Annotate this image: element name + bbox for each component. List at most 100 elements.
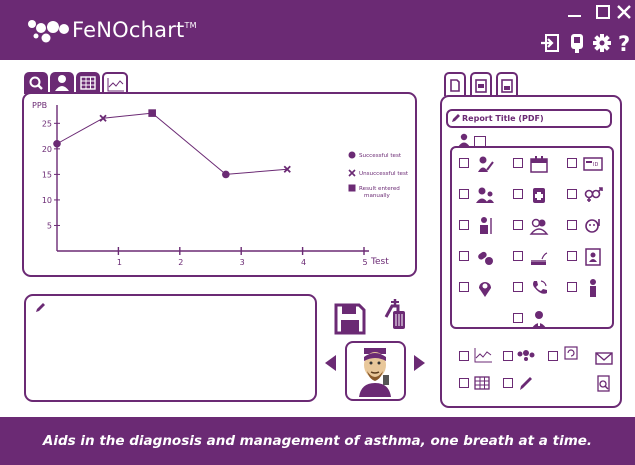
- logo-icon: [28, 20, 69, 43]
- user-icon: [55, 75, 69, 91]
- field-checkbox-gender[interactable]: [567, 189, 577, 199]
- footer-banner: Aids in the diagnosis and management of …: [0, 417, 635, 465]
- app-window: FeNOchartTM ? PPB Test 25 20 15 10 5 1 2…: [0, 0, 635, 465]
- report-title-field[interactable]: Report Title (PDF): [446, 109, 612, 128]
- phone-icon: [533, 280, 547, 294]
- legend-marker-square: [348, 184, 356, 192]
- help-icon[interactable]: ?: [615, 32, 635, 54]
- option-checkbox-table[interactable]: [459, 378, 469, 388]
- search-icon: [29, 76, 43, 90]
- y-tick-label: 20: [42, 145, 52, 154]
- field-checkbox-patients[interactable]: [459, 189, 469, 199]
- table-icon: [474, 376, 490, 390]
- patients-icon: [476, 187, 494, 203]
- operator-icon: [532, 311, 546, 328]
- field-checkbox-patient-signature[interactable]: [459, 158, 469, 168]
- logo-icon: [517, 350, 535, 361]
- document-icon: [450, 79, 460, 92]
- report-tabs: [444, 72, 524, 97]
- x-axis-label: Test: [370, 257, 389, 267]
- medication-icon: [478, 251, 493, 265]
- field-checkbox-doctor-card[interactable]: [567, 251, 577, 261]
- tab-search[interactable]: [24, 72, 48, 94]
- option-checkbox-pen[interactable]: [503, 378, 513, 388]
- pdf-icon: [475, 79, 487, 93]
- smoking-icon: [531, 252, 548, 265]
- field-checkbox-calendar[interactable]: [513, 158, 523, 168]
- field-checkbox-ethnicity[interactable]: [513, 220, 523, 230]
- tab-print[interactable]: [496, 72, 518, 96]
- field-checkbox-phone[interactable]: [513, 282, 523, 292]
- report-title-placeholder: Report Title (PDF): [462, 114, 544, 123]
- field-checkbox-age[interactable]: [567, 220, 577, 230]
- age-icon: [585, 219, 600, 233]
- y-tick-label: 5: [47, 221, 52, 230]
- x-tick-label: 4: [301, 258, 306, 267]
- option-checkbox-logo[interactable]: [503, 351, 513, 361]
- x-tick-label: 1: [117, 258, 122, 267]
- physician-icon: [590, 279, 596, 297]
- notes-panel[interactable]: [24, 294, 317, 402]
- gear-icon[interactable]: [592, 32, 612, 54]
- chart-panel: PPB Test 25 20 15 10 5 1 2 3 4 5 Successful test Unsu…: [22, 92, 417, 277]
- field-checkbox-medical-history[interactable]: [513, 189, 523, 199]
- minimize-icon[interactable]: [566, 4, 584, 20]
- calendar-icon: [530, 156, 548, 173]
- measure-device-icon[interactable]: [383, 297, 409, 333]
- data-point-successful: [222, 170, 230, 179]
- logout-icon[interactable]: [540, 32, 560, 54]
- table-icon: [80, 76, 96, 90]
- maximize-icon[interactable]: [594, 4, 612, 20]
- field-checkbox-operator[interactable]: [513, 313, 523, 323]
- option-checkbox-refresh[interactable]: [548, 351, 558, 361]
- tab-patient[interactable]: [50, 72, 74, 94]
- view-tabs: [24, 72, 128, 96]
- avatar-icon: [359, 348, 391, 397]
- svg-text:ID: ID: [593, 162, 598, 168]
- pen-icon: [520, 377, 532, 390]
- doctor-card-icon: [585, 248, 601, 266]
- data-point-successful: [53, 139, 61, 148]
- app-title: FeNOchartTM: [72, 18, 197, 42]
- close-icon[interactable]: [615, 4, 633, 20]
- height-icon: [480, 217, 492, 234]
- field-checkbox-medication[interactable]: [459, 251, 469, 261]
- next-arrow[interactable]: [414, 355, 425, 371]
- refresh-icon: [564, 346, 578, 360]
- tab-pdf[interactable]: [470, 72, 492, 96]
- tab-table[interactable]: [76, 72, 100, 94]
- search-document-icon[interactable]: [594, 374, 614, 394]
- x-tick-label: 5: [362, 258, 367, 267]
- pen-icon: [36, 303, 45, 312]
- tab-report[interactable]: [444, 72, 466, 96]
- previous-arrow[interactable]: [325, 355, 336, 371]
- y-tick-label: 15: [42, 170, 52, 179]
- legend-marker-circle: [348, 151, 356, 159]
- medical-history-icon: [533, 188, 545, 203]
- field-checkbox-height[interactable]: [459, 220, 469, 230]
- field-checkbox-id-card[interactable]: [567, 158, 577, 168]
- avatar-button[interactable]: [345, 341, 406, 401]
- y-axis-label: PPB: [32, 101, 47, 110]
- data-point-manual: [148, 109, 156, 117]
- fenO-chart: PPB Test 25 20 15 10 5 1 2 3 4 5 Successful test Unsu…: [32, 101, 409, 267]
- legend-label: Successful test: [359, 153, 402, 159]
- svg-text:?: ?: [618, 32, 630, 54]
- chart-icon: [474, 348, 492, 363]
- field-checkbox-location[interactable]: [459, 282, 469, 292]
- device-icon[interactable]: [567, 32, 587, 54]
- email-icon[interactable]: [594, 348, 614, 368]
- user-icon: [458, 133, 470, 147]
- y-tick-label: 10: [42, 196, 52, 205]
- id-card-icon: ID: [583, 157, 603, 171]
- option-checkbox-chart[interactable]: [459, 351, 469, 361]
- location-icon: [479, 282, 491, 297]
- printer-icon: [501, 79, 513, 93]
- save-icon[interactable]: [333, 302, 367, 336]
- series-line: [56, 112, 288, 175]
- field-checkbox-physician[interactable]: [567, 282, 577, 292]
- patient-signature-icon: [478, 156, 494, 172]
- legend-label: Result entered manually: [359, 186, 400, 199]
- footer-tagline: Aids in the diagnosis and management of …: [42, 433, 593, 449]
- field-checkbox-smoking[interactable]: [513, 251, 523, 261]
